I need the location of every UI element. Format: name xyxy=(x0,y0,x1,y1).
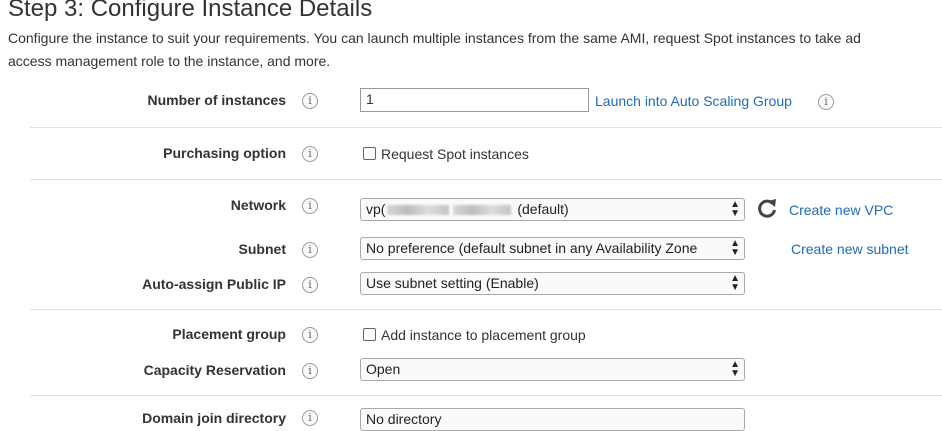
auto-assign-public-ip-select[interactable]: Use subnet setting (Enable) ▲ ▼ xyxy=(360,272,745,295)
refresh-icon[interactable] xyxy=(755,196,779,220)
placement-group-label: Placement group xyxy=(172,326,286,342)
request-spot-label[interactable]: Request Spot instances xyxy=(381,146,529,162)
domain-join-directory-value: No directory xyxy=(366,411,442,427)
info-icon[interactable]: i xyxy=(302,146,318,162)
capacity-reservation-label: Capacity Reservation xyxy=(143,362,286,378)
info-icon[interactable]: i xyxy=(302,198,318,214)
network-label: Network xyxy=(230,197,286,213)
launch-auto-scaling-link[interactable]: Launch into Auto Scaling Group xyxy=(595,93,792,109)
info-icon[interactable]: i xyxy=(302,242,318,258)
info-icon[interactable]: i xyxy=(302,93,318,109)
select-arrows-icon: ▲ ▼ xyxy=(730,199,740,219)
info-icon[interactable]: i xyxy=(302,277,318,293)
redacted-vpc-id xyxy=(453,205,512,216)
capacity-reservation-value: Open xyxy=(366,361,401,377)
create-new-subnet-link[interactable]: Create new subnet xyxy=(791,241,909,257)
section-divider xyxy=(30,395,942,396)
subnet-label: Subnet xyxy=(238,241,286,257)
number-of-instances-label: Number of instances xyxy=(147,92,286,108)
page-description-line2: access management role to the instance, … xyxy=(8,53,331,69)
select-arrows-icon: ▲ ▼ xyxy=(730,238,740,258)
section-divider xyxy=(30,309,942,310)
capacity-reservation-select[interactable]: Open ▲ ▼ xyxy=(360,358,745,381)
domain-join-directory-select[interactable]: No directory xyxy=(360,408,745,431)
info-icon[interactable]: i xyxy=(302,363,318,379)
placement-group-checkbox-label[interactable]: Add instance to placement group xyxy=(381,327,586,343)
auto-assign-public-ip-value: Use subnet setting (Enable) xyxy=(366,275,539,291)
section-divider xyxy=(30,127,942,128)
page-title: Step 3: Configure Instance Details xyxy=(8,0,373,22)
network-value-suffix: (default) xyxy=(517,201,569,217)
section-divider xyxy=(30,179,942,180)
page-description-line1: Configure the instance to suit your requ… xyxy=(8,30,861,46)
subnet-select[interactable]: No preference (default subnet in any Ava… xyxy=(360,237,745,260)
info-icon[interactable]: i xyxy=(302,327,318,343)
request-spot-checkbox[interactable] xyxy=(363,147,376,160)
number-of-instances-input[interactable]: 1 xyxy=(360,88,589,112)
subnet-value: No preference (default subnet in any Ava… xyxy=(366,240,698,256)
domain-join-directory-label: Domain join directory xyxy=(142,410,286,426)
info-icon[interactable]: i xyxy=(818,94,834,110)
create-new-vpc-link[interactable]: Create new VPC xyxy=(789,202,893,218)
network-value-prefix: vp( xyxy=(366,201,386,217)
select-arrows-icon: ▲ ▼ xyxy=(730,359,740,379)
info-icon[interactable]: i xyxy=(302,410,318,426)
select-arrows-icon: ▲ ▼ xyxy=(730,273,740,293)
placement-group-checkbox[interactable] xyxy=(363,328,376,341)
network-select[interactable]: vp( (default) ▲ ▼ xyxy=(360,198,745,221)
auto-assign-public-ip-label: Auto-assign Public IP xyxy=(142,276,286,292)
redacted-vpc-id xyxy=(387,205,450,216)
purchasing-option-label: Purchasing option xyxy=(163,145,286,161)
